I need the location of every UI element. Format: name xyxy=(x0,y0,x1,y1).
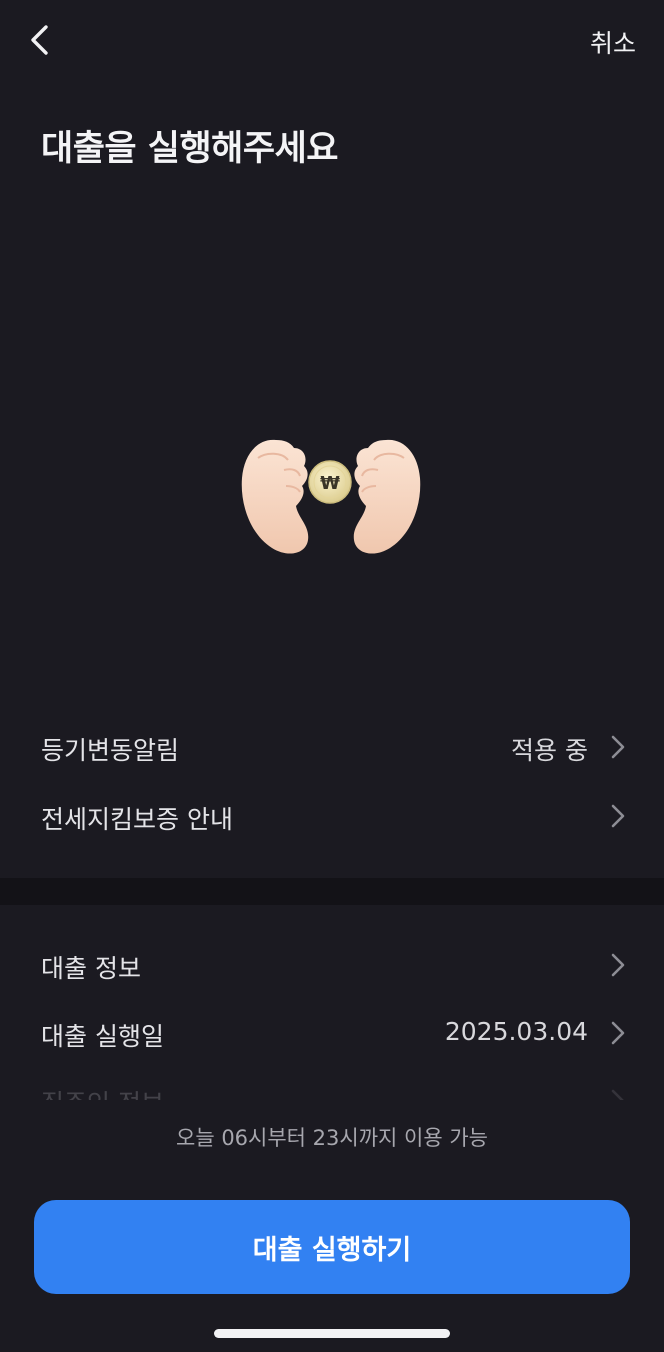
top-bar: 취소 xyxy=(0,0,664,80)
row-jeonse-guarantee-info[interactable]: 전세지킴보증 안내 xyxy=(0,786,664,846)
row-loan-info[interactable]: 대출 정보 xyxy=(0,935,664,995)
hands-holding-coin-icon: ₩ xyxy=(236,430,426,570)
row-label: 대출 실행일 xyxy=(41,1022,164,1051)
availability-note: 오늘 06시부터 23시까지 이용 가능 xyxy=(176,1126,488,1150)
chevron-right-icon xyxy=(611,1021,625,1045)
back-button[interactable] xyxy=(24,22,60,58)
coin-symbol: ₩ xyxy=(320,473,340,494)
row-value: 적용 중 xyxy=(511,736,588,765)
cancel-button[interactable]: 취소 xyxy=(590,24,636,60)
row-label: 등기변동알림 xyxy=(41,736,180,765)
row-loan-execution-date[interactable]: 대출 실행일 2025.03.04 xyxy=(0,1003,664,1063)
row-registry-change-alert[interactable]: 등기변동알림 적용 중 xyxy=(0,717,664,777)
chevron-left-icon xyxy=(31,25,48,55)
section-divider xyxy=(0,878,664,905)
row-label: 전세지킴보증 안내 xyxy=(41,805,233,834)
page-title: 대출을 실행해주세요 xyxy=(41,129,339,169)
execution-date-value: 2025.03.04 xyxy=(444,1017,588,1046)
chevron-right-icon xyxy=(611,735,625,759)
chevron-right-icon xyxy=(611,804,625,828)
home-indicator xyxy=(214,1329,450,1338)
row-label: 대출 정보 xyxy=(41,954,141,983)
chevron-right-icon xyxy=(611,953,625,977)
execute-loan-button[interactable]: 대출 실행하기 xyxy=(34,1200,630,1294)
